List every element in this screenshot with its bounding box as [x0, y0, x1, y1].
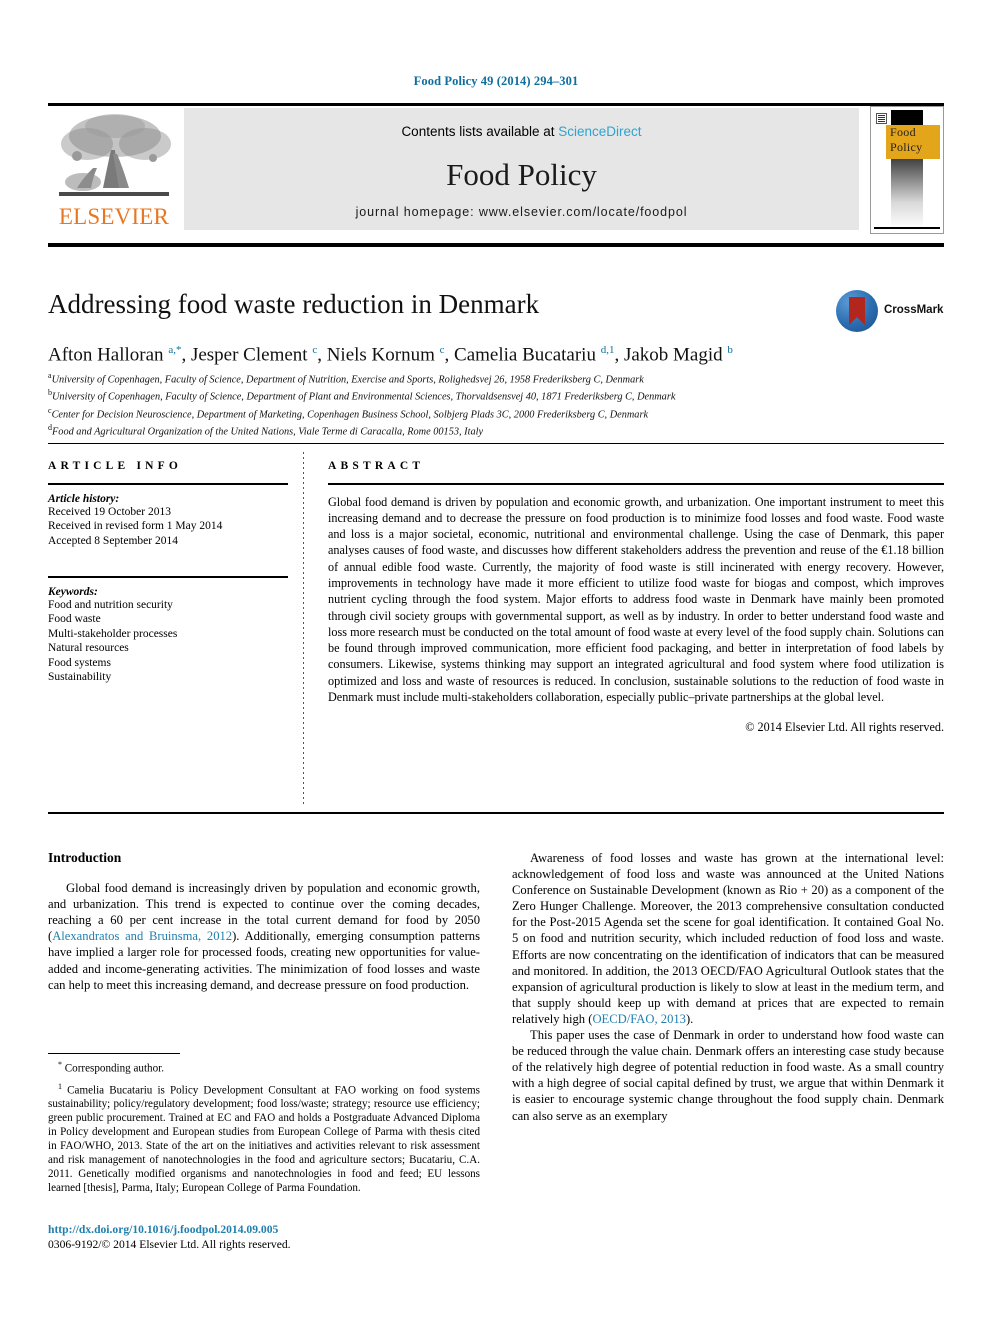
footnote-mark-asterisk: * [58, 1060, 62, 1069]
cover-title-line-1: Food [890, 125, 916, 139]
doi-link[interactable]: http://dx.doi.org/10.1016/j.foodpol.2014… [48, 1222, 480, 1237]
keywords-list: Food and nutrition security Food waste Mul… [48, 598, 288, 685]
body-column-left: Introduction Global food demand is incre… [48, 850, 480, 993]
doi-block: http://dx.doi.org/10.1016/j.foodpol.2014… [48, 1222, 480, 1252]
abstract-rule [328, 483, 944, 485]
journal-title: Food Policy [446, 157, 597, 192]
keywords-rule [48, 576, 288, 578]
footnote-rule [48, 1053, 180, 1054]
elsevier-tree-icon [53, 110, 175, 206]
abstract-band-bottom-rule [48, 812, 944, 814]
article-info-rule [48, 483, 288, 485]
article-history-item: Accepted 8 September 2014 [48, 534, 178, 547]
article-history-label: Article history: [48, 492, 120, 505]
cover-title-line-2: Policy [890, 140, 923, 154]
page-title: Addressing food waste reduction in Denma… [48, 289, 540, 319]
abstract-copyright: © 2014 Elsevier Ltd. All rights reserved… [745, 720, 944, 735]
journal-masthead: ELSEVIER Contents lists available at Sci… [48, 106, 944, 234]
abstract-heading: ABSTRACT [328, 460, 425, 472]
author-list: Afton Halloran a,*, Jesper Clement c, Ni… [48, 344, 733, 366]
affiliation-d: dFood and Agricultural Organization of t… [48, 423, 484, 438]
cover-inner: Food Policy [874, 110, 940, 230]
cover-barcode-icon [876, 113, 887, 124]
affiliation-c: cCenter for Decision Neuroscience, Depar… [48, 405, 649, 421]
crossmark-label: CrossMark [884, 304, 944, 316]
article-history-item: Received in revised form 1 May 2014 [48, 520, 223, 532]
journal-cover-thumbnail[interactable]: Food Policy [870, 106, 944, 234]
right-paragraph-1: Awareness of food losses and waste has g… [512, 850, 944, 1027]
affiliation-list: aUniversity of Copenhagen, Faculty of Sc… [48, 369, 838, 439]
contents-prefix: Contents lists available at [401, 124, 559, 139]
article-history-list: Received 19 October 2013 Received in revi… [48, 505, 288, 549]
right-text-a: Awareness of food losses and waste has g… [512, 851, 944, 1026]
keyword-item: Sustainability [48, 671, 112, 683]
abstract-text: Global food demand is driven by populati… [328, 494, 944, 705]
article-history-item: Received 19 October 2013 [48, 505, 171, 518]
keyword-item: Natural resources [48, 642, 129, 654]
body-column-right: Awareness of food losses and waste has g… [512, 850, 944, 1124]
footnote-corresponding-author: * Corresponding author. [48, 1058, 480, 1077]
elsevier-wordmark: ELSEVIER [58, 204, 170, 229]
running-head: Food Policy 49 (2014) 294–301 [413, 74, 579, 88]
article-info-heading: ARTICLE INFO [48, 460, 183, 472]
keywords-label: Keywords: [48, 585, 98, 598]
footnote-block: * Corresponding author. 1 Camelia Bucata… [48, 1058, 480, 1199]
journal-article-page: Food Policy 49 (2014) 294–301 ELSEVIER C… [0, 0, 992, 1323]
issn-copyright-line: 0306-9192/© 2014 Elsevier Ltd. All right… [48, 1238, 291, 1251]
right-text-b: ). [685, 1011, 694, 1026]
abstract-column: ABSTRACT Global food demand is driven by… [328, 460, 944, 736]
abstract-column-divider [303, 452, 304, 804]
footnote-note-1-text: Camelia Bucatariu is Policy Development … [48, 1084, 480, 1194]
sciencedirect-link[interactable]: ScienceDirect [558, 124, 641, 139]
intro-paragraph-left: Global food demand is increasingly drive… [48, 880, 480, 993]
cover-bottom-rule [874, 227, 940, 229]
keyword-item: Multi-stakeholder processes [48, 627, 178, 640]
introduction-heading: Introduction [48, 850, 122, 865]
footnote-note-1: 1 Camelia Bucatariu is Policy Developmen… [48, 1080, 480, 1196]
crossmark-badge[interactable]: CrossMark [836, 290, 946, 336]
article-info-column: ARTICLE INFO Article history: Received 1… [48, 460, 288, 685]
footnote-mark-1: 1 [58, 1081, 62, 1091]
citation-alexandratos-bruinsma[interactable]: Alexandratos and Bruinsma, 2012 [52, 929, 232, 943]
citation-oecd-fao[interactable]: OECD/FAO, 2013 [592, 1012, 686, 1026]
abstract-band-top-rule [48, 443, 944, 444]
journal-homepage-link[interactable]: journal homepage: www.elsevier.com/locat… [184, 205, 859, 219]
keyword-item: Food and nutrition security [48, 598, 173, 611]
elsevier-logo: ELSEVIER [48, 108, 180, 234]
affiliation-a: aUniversity of Copenhagen, Faculty of Sc… [48, 371, 644, 386]
contents-available-line: Contents lists available at ScienceDirec… [184, 124, 859, 139]
cover-title-band: Food Policy [886, 125, 940, 159]
footnote-corresponding-text: Corresponding author. [64, 1062, 164, 1075]
keyword-item: Food systems [48, 656, 111, 669]
affiliation-b: bUniversity of Copenhagen, Faculty of Sc… [48, 388, 676, 403]
masthead-bottom-rule [48, 243, 944, 247]
contents-band: Contents lists available at ScienceDirec… [184, 108, 859, 230]
keyword-item: Food waste [48, 613, 101, 625]
right-paragraph-2: This paper uses the case of Denmark in o… [512, 1028, 944, 1123]
